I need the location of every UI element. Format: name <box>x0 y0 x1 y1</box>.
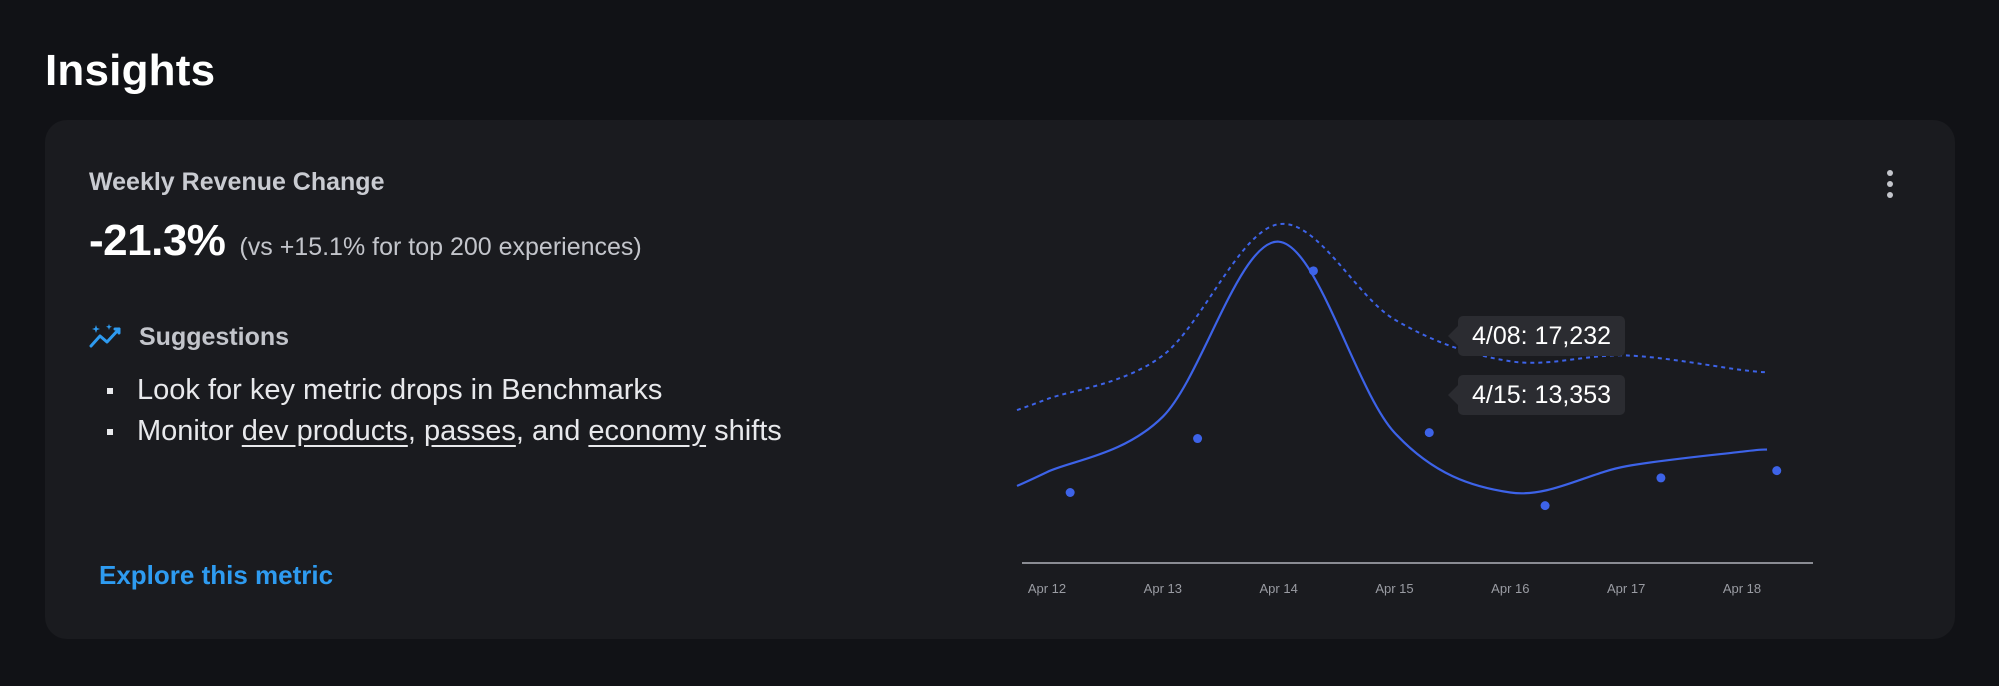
chart-tooltip: 4/08: 17,232 <box>1447 316 1626 356</box>
data-point[interactable] <box>1424 428 1434 438</box>
chart-tooltip: 4/15: 13,353 <box>1447 375 1626 415</box>
data-point[interactable] <box>1193 434 1203 444</box>
x-tick-label: Apr 17 <box>1607 581 1645 596</box>
insight-card: Weekly Revenue Change -21.3% (vs +15.1% … <box>45 120 1955 639</box>
data-point[interactable] <box>1540 501 1550 511</box>
x-tick-label: Apr 13 <box>1144 581 1182 596</box>
data-point[interactable] <box>1656 473 1666 483</box>
data-point[interactable] <box>1308 266 1318 276</box>
page-title: Insights <box>45 46 216 95</box>
x-tick-label: Apr 12 <box>1028 581 1066 596</box>
x-tick-label: Apr 16 <box>1491 581 1529 596</box>
x-tick-label: Apr 15 <box>1375 581 1413 596</box>
data-point[interactable] <box>1772 466 1782 476</box>
x-tick-label: Apr 18 <box>1723 581 1761 596</box>
x-tick-label: Apr 14 <box>1260 581 1298 596</box>
data-point[interactable] <box>1065 488 1075 497</box>
revenue-chart: Apr 12 Apr 13 Apr 14 Apr 15 Apr 16 Apr 17 Apr … <box>1016 223 1813 596</box>
benchmark-series-line <box>1016 223 1768 412</box>
revenue-series-line <box>1016 240 1768 495</box>
